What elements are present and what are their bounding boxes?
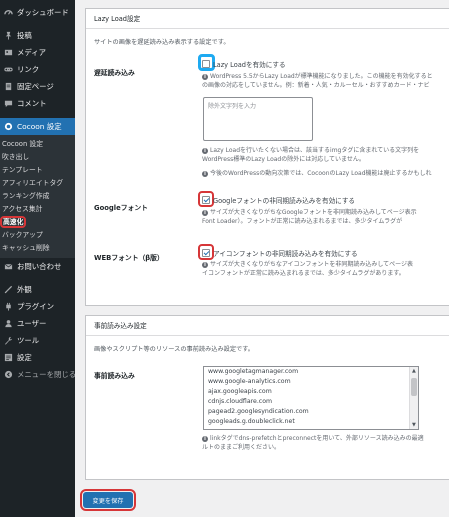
sidebar-item-appearance[interactable]: 外観 — [0, 281, 75, 298]
sidebar-item-label: 投稿 — [17, 31, 32, 40]
submenu-item-access-stats[interactable]: アクセス集計 — [0, 203, 75, 216]
submenu-item-ranking[interactable]: ランキング作成 — [0, 190, 75, 203]
preload-note: i linkタグでdns-prefetchとpreconnectを用いて、外部リソ… — [202, 435, 424, 451]
main-content: Lazy Load設定 サイトの画像を遅延読み込み表示する設定です。 遅延読み込… — [75, 0, 449, 517]
row-label-lazy-load: 遅延読み込み — [94, 69, 135, 77]
row-label-web-font: WEBフォント（β版） — [94, 254, 164, 262]
sidebar-item-tools[interactable]: ツール — [0, 332, 75, 349]
info-icon: i — [202, 74, 208, 80]
sidebar-item-label: コメント — [17, 99, 47, 108]
panel-title: 事前読み込み設定 — [86, 316, 449, 336]
submenu-item-affiliate-tags[interactable]: アフィリエイトタグ — [0, 177, 75, 190]
exclude-note: i Lazy Loadを行いたくない場合は、該当するimgタグに含まれている文字列… — [202, 147, 420, 163]
sidebar-item-label: 固定ページ — [17, 82, 54, 91]
media-icon — [4, 48, 13, 57]
info-icon: i — [202, 436, 208, 442]
submenu-item-speedup[interactable]: 高速化 — [0, 216, 75, 229]
panel-title: Lazy Load設定 — [86, 9, 449, 29]
lazy-load-option: Lazy Loadを有効にする — [202, 59, 286, 69]
domain-line: cdnjs.cloudflare.com — [208, 398, 273, 405]
settings-icon — [4, 353, 13, 362]
sidebar-item-links[interactable]: リンク — [0, 61, 75, 78]
scroll-up-icon[interactable]: ▲ — [412, 368, 416, 374]
submenu-item-cocoon-settings[interactable]: Cocoon 設定 — [0, 138, 75, 151]
sidebar-item-contact[interactable]: お問い合わせ — [0, 258, 75, 275]
brush-icon — [4, 285, 13, 294]
textarea-placeholder: 除外文字列を入力 — [208, 103, 257, 110]
collapse-menu-label: メニューを閉じる — [17, 370, 75, 379]
collapse-arrow-icon — [4, 370, 13, 379]
panel-description: 画像やスクリプト等のリソースの事前読み込み設定です。 — [94, 346, 254, 353]
comment-icon — [4, 99, 13, 108]
link-icon — [4, 65, 13, 74]
sidebar-item-label: リンク — [17, 65, 40, 74]
textarea-scrollbar[interactable]: ▲ ▼ — [409, 367, 418, 429]
dashboard-icon — [4, 8, 13, 17]
google-font-option: Googleフォントの非同期読み込みを有効にする — [202, 195, 355, 205]
submenu-item-backup[interactable]: バックアップ — [0, 229, 75, 242]
sidebar-item-media[interactable]: メディア — [0, 44, 75, 61]
collapse-menu-button[interactable]: メニューを閉じる — [0, 366, 75, 383]
lazy-load-note: i WordPress 5.5からLazy Loadが標準機能になりました。この機… — [202, 73, 433, 89]
sidebar-item-cocoon-settings[interactable]: Cocoon 設定 — [0, 118, 75, 135]
web-font-note: i サイズが大きくなりがちなアイコンフォントを非同期読み込みしてページ表 イコンフ… — [202, 261, 414, 277]
pin-icon — [4, 31, 13, 40]
info-icon: i — [202, 171, 208, 177]
sidebar-item-comments[interactable]: コメント — [0, 95, 75, 112]
sidebar-item-label: Cocoon 設定 — [17, 122, 62, 131]
domain-line: ajax.googleapis.com — [208, 388, 272, 395]
exclude-strings-textarea[interactable]: 除外文字列を入力 — [203, 97, 313, 141]
scroll-thumb[interactable] — [411, 378, 417, 396]
sidebar-item-pages[interactable]: 固定ページ — [0, 78, 75, 95]
submenu-item-cache-clear[interactable]: キャッシュ削除 — [0, 242, 75, 255]
wrench-icon — [4, 336, 13, 345]
web-font-option: アイコンフォントの非同期読み込みを有効にする — [202, 248, 358, 258]
cocoon-icon — [4, 122, 13, 131]
sidebar-item-dashboard[interactable]: ダッシュボード — [0, 4, 75, 21]
info-icon: i — [202, 210, 208, 216]
sidebar-item-label: ツール — [17, 336, 40, 345]
cocoon-submenu: Cocoon 設定 吹き出し テンプレート アフィリエイトタグ ランキング作成 … — [0, 135, 75, 258]
page-icon — [4, 82, 13, 91]
panel-description: サイトの画像を遅延読み込み表示する設定です。 — [94, 39, 230, 46]
sidebar-item-label: メディア — [17, 48, 47, 57]
info-icon: i — [202, 148, 208, 154]
sidebar-item-plugins[interactable]: プラグイン — [0, 298, 75, 315]
info-icon: i — [202, 262, 208, 268]
sidebar-item-label: 設定 — [17, 353, 32, 362]
web-font-checkbox[interactable] — [202, 249, 210, 257]
plugin-icon — [4, 302, 13, 311]
sidebar-item-posts[interactable]: 投稿 — [0, 27, 75, 44]
checkbox-label: Lazy Loadを有効にする — [213, 61, 286, 69]
save-changes-button[interactable]: 変更を保存 — [80, 489, 136, 511]
sidebar-item-label: 外観 — [17, 285, 32, 294]
lazy-load-checkbox[interactable] — [202, 60, 210, 68]
preload-domains-textarea[interactable]: www.googletagmanager.com www.google-anal… — [203, 366, 419, 430]
sidebar-item-label: ダッシュボード — [17, 8, 69, 17]
admin-sidebar: ダッシュボード 投稿 メディア リンク 固定ページ コメント Cocoon 設定… — [0, 0, 75, 517]
submenu-item-templates[interactable]: テンプレート — [0, 164, 75, 177]
sidebar-item-settings[interactable]: 設定 — [0, 349, 75, 366]
sidebar-item-label: ユーザー — [17, 319, 47, 328]
domain-line: www.googletagmanager.com — [208, 368, 299, 375]
lazyload-settings-panel: Lazy Load設定 サイトの画像を遅延読み込み表示する設定です。 遅延読み込… — [85, 8, 449, 306]
submenu-item-balloons[interactable]: 吹き出し — [0, 151, 75, 164]
sidebar-item-label: プラグイン — [17, 302, 54, 311]
domain-line: www.google-analytics.com — [208, 378, 291, 385]
sidebar-item-users[interactable]: ユーザー — [0, 315, 75, 332]
google-font-checkbox[interactable] — [202, 196, 210, 204]
preload-settings-panel: 事前読み込み設定 画像やスクリプト等のリソースの事前読み込み設定です。 事前読み… — [85, 315, 449, 480]
domain-line: pagead2.googlesyndication.com — [208, 408, 309, 415]
future-note: i 今後のWordPressの動向次第では、CocoonのLazy Load機能は… — [202, 169, 432, 178]
scroll-down-icon[interactable]: ▼ — [412, 422, 416, 428]
domain-line: googleads.g.doubleclick.net — [208, 418, 295, 425]
checkbox-label: アイコンフォントの非同期読み込みを有効にする — [213, 250, 358, 258]
sidebar-item-label: お問い合わせ — [17, 262, 62, 271]
row-label-google-font: Googleフォント — [94, 204, 148, 212]
google-font-note: i サイズが大きくなりがちなGoogleフォントを非同期読み込みしてページ表示 F… — [202, 209, 417, 225]
user-icon — [4, 319, 13, 328]
row-label-preload: 事前読み込み — [94, 372, 135, 380]
checkbox-label: Googleフォントの非同期読み込みを有効にする — [213, 197, 356, 205]
mail-icon — [4, 262, 13, 271]
